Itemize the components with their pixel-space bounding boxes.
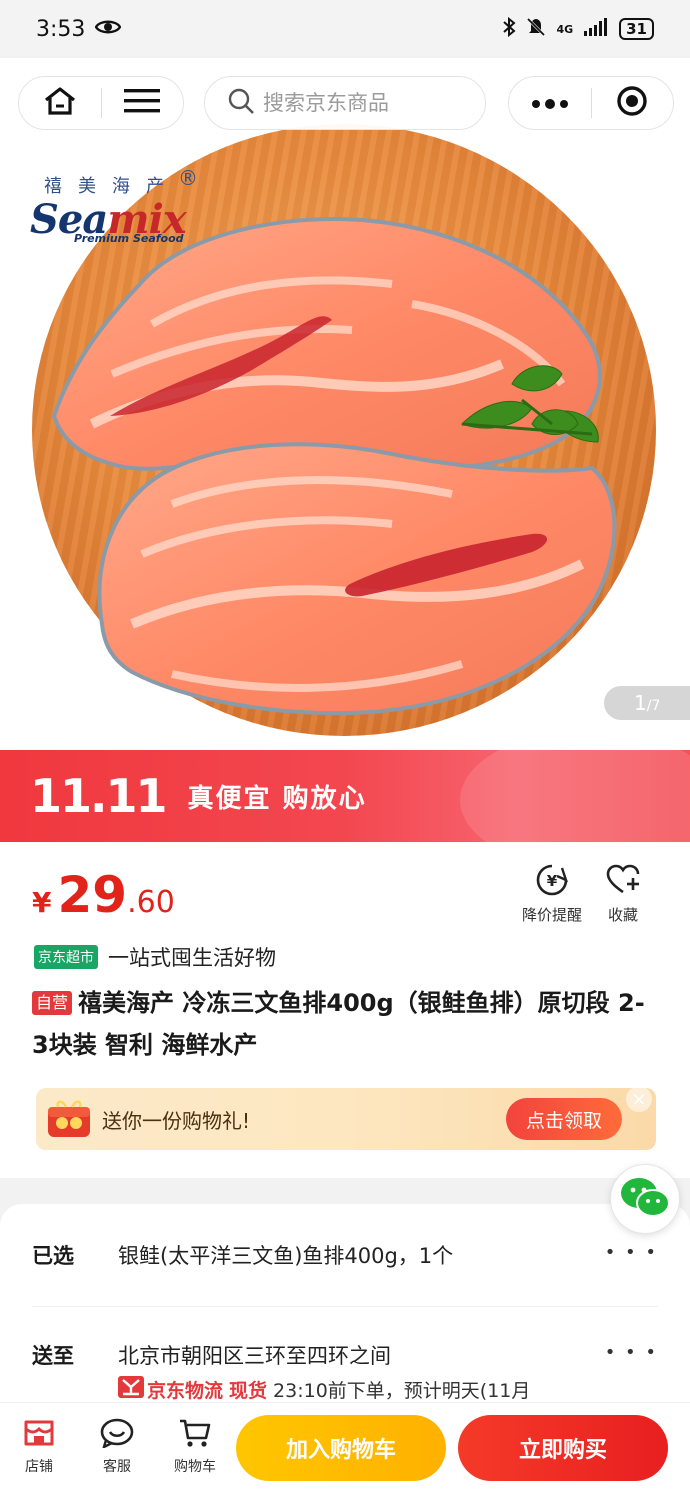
gift-text: 送你一份购物礼! (102, 1108, 251, 1133)
status-bar: 3:53 4G 31 (0, 0, 690, 58)
price-actions: ¥ 降价提醒 收藏 (522, 864, 640, 925)
favorite-label: 收藏 (607, 906, 638, 924)
brand-tagline: Premium Seafood (74, 232, 184, 245)
signal-icon (583, 17, 609, 41)
tab-customer-service-label: 客服 (103, 1458, 131, 1475)
jd-logistics-icon (118, 1376, 144, 1403)
favorite-icon (606, 864, 640, 900)
brand-registered-mark: ® (178, 166, 198, 190)
jd-logistics-badge: 京东物流 (118, 1376, 223, 1403)
claim-gift-button[interactable]: 点击领取 (506, 1098, 622, 1140)
home-icon (43, 86, 77, 120)
menu-button[interactable] (102, 76, 184, 130)
tab-cart-label: 购物车 (174, 1458, 216, 1475)
promo-banner[interactable]: 11.11 真便宜 购放心 (0, 750, 690, 842)
record-icon (616, 85, 648, 121)
price-currency: ¥ (32, 886, 52, 919)
ship-address: 北京市朝阳区三环至四环之间 (118, 1344, 391, 1368)
store-slogan: 一站式囤生活好物 (108, 946, 276, 970)
price-integer: 29 (57, 866, 128, 924)
bottom-action-bar: 店铺 客服 购物车 加入购物车 立即购买 (0, 1402, 690, 1490)
miniapp-capsule (508, 76, 674, 130)
add-to-cart-button[interactable]: 加入购物车 (236, 1415, 446, 1481)
product-info-card: ¥ 29 .60 ¥ 降价提醒 收藏 京东超市 一站式囤生活好物 自营 禧美海产 … (0, 842, 690, 1178)
logistics-row: 京东物流 现货 23:10前下单，预计明天(11月 (118, 1376, 530, 1403)
search-input[interactable] (263, 91, 483, 115)
product-image-gallery[interactable]: 禧美海产 ® Seamix Premium Seafood (0, 58, 690, 750)
store-row: 京东超市 一站式囤生活好物 (34, 942, 276, 972)
gift-icon (36, 1088, 102, 1150)
status-left: 3:53 (36, 16, 122, 42)
promo-slogan: 真便宜 购放心 (187, 783, 367, 814)
close-miniapp-button[interactable] (592, 76, 674, 130)
tab-store-label: 店铺 (25, 1458, 53, 1475)
nav-home-pill (18, 76, 184, 130)
network-label: 4G (556, 22, 574, 36)
image-counter: 1/7 (604, 686, 690, 720)
bluetooth-icon (502, 16, 516, 41)
cart-icon (178, 1418, 212, 1452)
price-alert-icon: ¥ (535, 864, 569, 900)
selected-label: 已选 (32, 1244, 74, 1268)
close-icon[interactable]: × (626, 1086, 652, 1112)
search-icon (227, 87, 255, 119)
status-right: 4G 31 (502, 16, 654, 41)
image-counter-total: /7 (646, 697, 661, 714)
product-price: ¥ 29 .60 (32, 866, 175, 924)
more-dots-icon: • • • (604, 1342, 658, 1363)
selected-value: 银鲑(太平洋三文鱼)鱼排400g，1个 (118, 1244, 454, 1268)
divider (32, 1306, 658, 1307)
jd-supermarket-badge: 京东超市 (34, 945, 98, 969)
eye-icon (95, 17, 122, 42)
price-alert-button[interactable]: ¥ 降价提醒 (522, 864, 582, 925)
stock-status: 现货 (229, 1380, 268, 1402)
status-time: 3:53 (36, 16, 86, 42)
search-box[interactable] (204, 76, 486, 130)
promo-logo-1111: 11.11 (30, 769, 168, 823)
mute-icon (526, 17, 546, 41)
battery-icon: 31 (619, 18, 654, 40)
spec-card: 已选 银鲑(太平洋三文鱼)鱼排400g，1个 • • • 送至 北京市朝阳区三环… (0, 1204, 690, 1402)
wechat-icon (619, 1175, 671, 1223)
gift-banner[interactable]: 送你一份购物礼! 点击领取 × (36, 1086, 656, 1150)
tab-store[interactable]: 店铺 (0, 1418, 78, 1476)
store-icon (23, 1418, 55, 1452)
svg-text:¥: ¥ (547, 872, 558, 890)
buy-now-button[interactable]: 立即购买 (458, 1415, 668, 1481)
tab-customer-service[interactable]: 客服 (78, 1418, 156, 1476)
ship-label: 送至 (32, 1344, 74, 1368)
ship-to-row[interactable]: 送至 北京市朝阳区三环至四环之间 • • • (32, 1340, 658, 1370)
delivery-estimate: 23:10前下单，预计明天(11月 (273, 1380, 531, 1402)
tab-cart[interactable]: 购物车 (156, 1418, 234, 1476)
more-button[interactable] (509, 76, 591, 130)
brand-name-cn: 禧美海产 (44, 176, 180, 197)
price-decimal: .60 (127, 885, 175, 920)
product-title: 禧美海产 冷冻三文鱼排400g（银鲑鱼排）原切段 2-3块装 智利 海鲜水产 (32, 989, 645, 1059)
customer-service-icon (100, 1418, 134, 1452)
price-alert-label: 降价提醒 (521, 906, 582, 924)
favorite-button[interactable]: 收藏 (606, 864, 640, 925)
self-operated-badge: 自营 (32, 991, 73, 1015)
wechat-share-button[interactable] (610, 1164, 680, 1234)
image-counter-current: 1 (634, 691, 647, 715)
menu-icon (124, 88, 161, 118)
selected-spec-row[interactable]: 已选 银鲑(太平洋三文鱼)鱼排400g，1个 • • • (32, 1240, 658, 1270)
jd-logistics-label: 京东物流 (147, 1380, 224, 1402)
home-button[interactable] (19, 76, 101, 130)
more-dots-icon: • • • (604, 1242, 658, 1263)
more-icon (531, 94, 568, 113)
product-title-block: 自营 禧美海产 冷冻三文鱼排400g（银鲑鱼排）原切段 2-3块装 智利 海鲜水产 (32, 982, 656, 1066)
